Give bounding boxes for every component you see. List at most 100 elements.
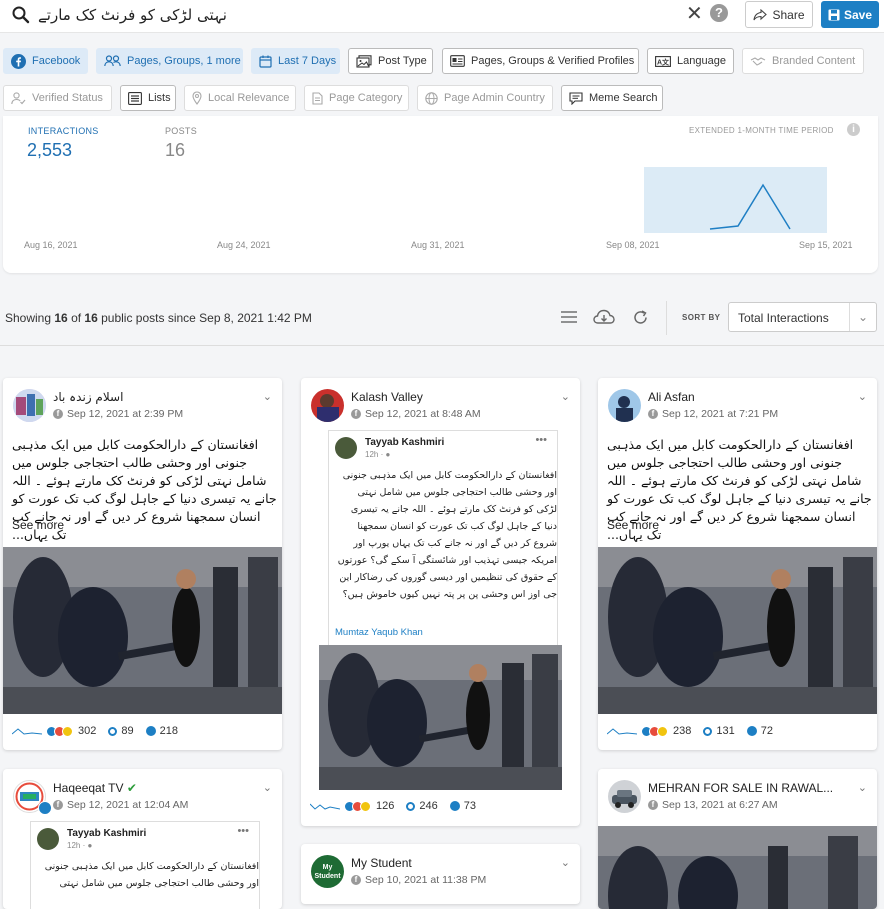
- svg-text:A文: A文: [657, 57, 670, 66]
- post-meta: f Sep 12, 2021 at 7:21 PM: [648, 408, 778, 420]
- page-name[interactable]: Ali Asfan: [648, 390, 695, 404]
- comments-count: 89: [121, 725, 134, 737]
- axis-date: Aug 16, 2021: [24, 240, 78, 250]
- page-icon: [312, 91, 323, 105]
- cloud-download-icon[interactable]: [593, 309, 615, 326]
- info-icon[interactable]: i: [847, 123, 860, 136]
- chevron-down-icon: ⌄: [849, 303, 876, 331]
- chevron-down-icon[interactable]: ⌄: [858, 781, 867, 794]
- location-pin-icon: [192, 91, 202, 105]
- filter-pages-groups[interactable]: Pages, Groups, 1 more: [96, 48, 243, 74]
- filter-verified-status-label: Verified Status: [32, 92, 103, 104]
- avatar: My Student: [311, 855, 344, 888]
- filter-branded-content[interactable]: Branded Content: [742, 48, 864, 74]
- page-name[interactable]: Kalash Valley: [351, 390, 423, 404]
- avatar: [608, 780, 641, 813]
- help-icon[interactable]: ?: [710, 4, 728, 22]
- shares-count: 218: [159, 725, 178, 737]
- embed-time: 12h · ●: [365, 450, 391, 459]
- facebook-icon: f: [351, 875, 361, 885]
- mini-sparkline: [607, 728, 637, 735]
- mini-sparkline: [310, 803, 340, 810]
- filter-verified-profiles[interactable]: Pages, Groups & Verified Profiles: [442, 48, 639, 74]
- verified-user-icon: [11, 91, 26, 104]
- chevron-down-icon[interactable]: ⌄: [561, 390, 570, 403]
- post-image[interactable]: [3, 547, 282, 714]
- results-summary: Showing 16 of 16 public posts since Sep …: [5, 311, 312, 325]
- globe-icon: ●: [385, 450, 391, 459]
- see-more-link[interactable]: See more: [607, 518, 659, 532]
- post-image[interactable]: [598, 826, 877, 909]
- comments-count: 131: [716, 725, 735, 737]
- filter-post-type-label: Post Type: [378, 55, 427, 67]
- embed-link[interactable]: Mumtaz Yaqub Khan: [335, 627, 423, 638]
- post-card[interactable]: Ali Asfan f Sep 12, 2021 at 7:21 PM ⌄ افغ…: [598, 378, 877, 750]
- post-card[interactable]: Haqeeqat TV ✔ f Sep 12, 2021 at 12:04 AM …: [3, 769, 282, 909]
- filter-post-type[interactable]: Post Type: [348, 48, 433, 74]
- avatar: [608, 389, 641, 422]
- reactions-count: 238: [673, 725, 692, 737]
- post-card[interactable]: My Student My Student f Sep 10, 2021 at 1…: [301, 844, 580, 904]
- axis-date: Sep 08, 2021: [606, 240, 660, 250]
- comment-icon: [703, 726, 713, 736]
- language-icon: A文: [655, 55, 671, 67]
- facebook-icon: [11, 53, 26, 69]
- page-name[interactable]: MEHRAN FOR SALE IN RAWAL...: [648, 781, 833, 795]
- share-button[interactable]: Share: [745, 1, 813, 28]
- filter-date-range-label: Last 7 Days: [278, 55, 337, 67]
- interactions-label: INTERACTIONS: [28, 126, 99, 136]
- chevron-down-icon[interactable]: ⌄: [263, 781, 272, 794]
- filter-language-label: Language: [677, 55, 726, 67]
- filter-page-admin-country-label: Page Admin Country: [444, 92, 545, 104]
- shared-post-embed[interactable]: Tayyab Kashmiri 12h · ● ••• افغانستان کے…: [328, 430, 558, 647]
- close-icon[interactable]: ✕: [686, 4, 703, 24]
- filter-date-range[interactable]: Last 7 Days: [251, 48, 340, 74]
- shared-post-embed[interactable]: Tayyab Kashmiri 12h · ● ••• افغانستان کے…: [30, 821, 260, 909]
- chevron-down-icon[interactable]: ⌄: [263, 390, 272, 403]
- reactions-icon: [344, 800, 371, 812]
- group-icon: [104, 55, 121, 67]
- filter-verified-status[interactable]: Verified Status: [3, 85, 112, 111]
- post-image[interactable]: [319, 645, 562, 790]
- filter-language[interactable]: A文 Language: [647, 48, 734, 74]
- avatar: [311, 389, 344, 422]
- page-name[interactable]: اسلام زندہ باد: [53, 390, 123, 404]
- chevron-down-icon[interactable]: ⌄: [561, 856, 570, 869]
- globe-icon: ●: [87, 841, 93, 850]
- search-input[interactable]: نہتی لڑکی کو فرنٹ کک مارتے: [38, 6, 227, 24]
- facebook-icon: f: [648, 409, 658, 419]
- filter-lists-label: Lists: [148, 92, 171, 104]
- list-icon: [128, 91, 142, 105]
- divider: [0, 345, 884, 346]
- more-options-icon: •••: [535, 434, 547, 446]
- sort-value: Total Interactions: [738, 311, 829, 325]
- filter-meme-search[interactable]: Meme Search: [561, 85, 663, 111]
- post-card[interactable]: MEHRAN FOR SALE IN RAWAL... f Sep 13, 202…: [598, 769, 877, 909]
- see-more-link[interactable]: See more: [12, 518, 64, 532]
- filter-facebook[interactable]: Facebook: [3, 48, 88, 74]
- list-view-icon[interactable]: [560, 309, 578, 325]
- filter-local-relevance[interactable]: Local Relevance: [184, 85, 296, 111]
- interactions-value: 2,553: [27, 140, 73, 160]
- post-card[interactable]: اسلام زندہ باد f Sep 12, 2021 at 2:39 PM …: [3, 378, 282, 750]
- facebook-icon: f: [53, 409, 63, 419]
- post-card[interactable]: Kalash Valley f Sep 12, 2021 at 8:48 AM ⌄…: [301, 378, 580, 826]
- filter-page-admin-country[interactable]: Page Admin Country: [417, 85, 553, 111]
- chat-icon: [569, 91, 583, 105]
- chevron-down-icon[interactable]: ⌄: [858, 390, 867, 403]
- sort-select[interactable]: Total Interactions ⌄: [728, 302, 877, 332]
- comments-count: 246: [419, 800, 438, 812]
- profiles-icon: [450, 55, 465, 67]
- filter-page-category[interactable]: Page Category: [304, 85, 409, 111]
- post-image[interactable]: [598, 547, 877, 714]
- refresh-icon[interactable]: [632, 309, 649, 326]
- interactions-sparkline: [709, 183, 791, 230]
- save-button[interactable]: Save: [821, 1, 879, 28]
- filter-facebook-label: Facebook: [32, 55, 81, 67]
- axis-date: Aug 31, 2021: [411, 240, 465, 250]
- stats-panel: INTERACTIONS 2,553 POSTS 16 EXTENDED 1-M…: [3, 116, 878, 273]
- filter-lists[interactable]: Lists: [120, 85, 176, 111]
- share-label: Share: [772, 7, 805, 22]
- page-name[interactable]: My Student: [351, 856, 412, 870]
- page-name[interactable]: Haqeeqat TV ✔: [53, 781, 137, 795]
